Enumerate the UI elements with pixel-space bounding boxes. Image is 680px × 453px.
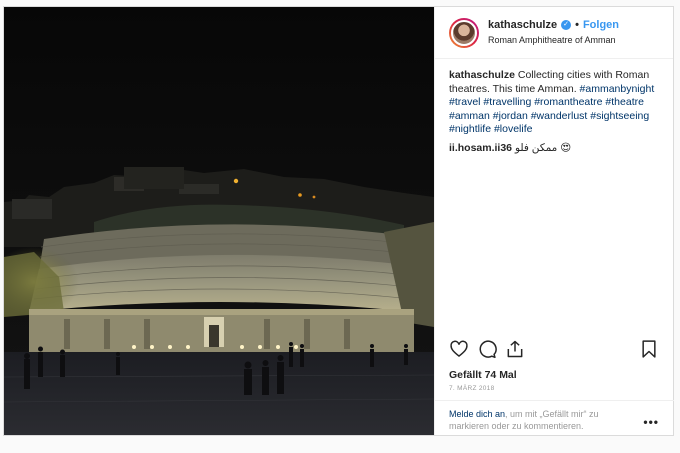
location-link[interactable]: Roman Amphitheatre of Amman bbox=[488, 33, 619, 48]
heart-icon[interactable] bbox=[449, 339, 469, 364]
login-prompt: Melde dich an, um mit „Gefällt mir“ zu m… bbox=[435, 400, 674, 435]
follow-button[interactable]: Folgen bbox=[583, 18, 619, 33]
share-icon[interactable] bbox=[505, 339, 525, 364]
avatar[interactable] bbox=[449, 17, 479, 48]
header-text: kathaschulze ✓ • Folgen Roman Amphitheat… bbox=[488, 18, 619, 48]
separator-dot: • bbox=[575, 18, 579, 31]
likes-count[interactable]: Gefällt 74 Mal bbox=[449, 369, 517, 381]
post-photo[interactable] bbox=[4, 7, 434, 435]
more-icon[interactable]: ••• bbox=[643, 415, 659, 429]
action-bar bbox=[449, 339, 661, 361]
instagram-post: kathaschulze ✓ • Folgen Roman Amphitheat… bbox=[3, 6, 674, 436]
caption: kathaschulze Collecting cities with Roma… bbox=[449, 69, 664, 137]
comment-text: ممكن فلو 😍 bbox=[514, 141, 572, 154]
post-sidebar: kathaschulze ✓ • Folgen Roman Amphitheat… bbox=[434, 7, 674, 435]
avatar-image bbox=[451, 19, 477, 46]
post-date: 7. MÄRZ 2018 bbox=[449, 385, 495, 392]
caption-username[interactable]: kathaschulze bbox=[449, 69, 515, 81]
header-username[interactable]: kathaschulze bbox=[488, 18, 557, 33]
comments-section: kathaschulze Collecting cities with Roma… bbox=[449, 69, 664, 155]
header-row: kathaschulze ✓ • Folgen bbox=[488, 18, 619, 33]
login-link[interactable]: Melde dich an bbox=[449, 409, 505, 419]
comment-icon[interactable] bbox=[477, 339, 497, 364]
amphitheatre-night-photo bbox=[4, 7, 434, 435]
post-header: kathaschulze ✓ • Folgen Roman Amphitheat… bbox=[435, 7, 673, 59]
comment-item: ii.hosam.ii36 ممكن فلو 😍 bbox=[449, 142, 664, 156]
comment-username[interactable]: ii.hosam.ii36 bbox=[449, 142, 512, 154]
bookmark-icon[interactable] bbox=[639, 339, 659, 364]
verified-icon: ✓ bbox=[561, 20, 572, 30]
